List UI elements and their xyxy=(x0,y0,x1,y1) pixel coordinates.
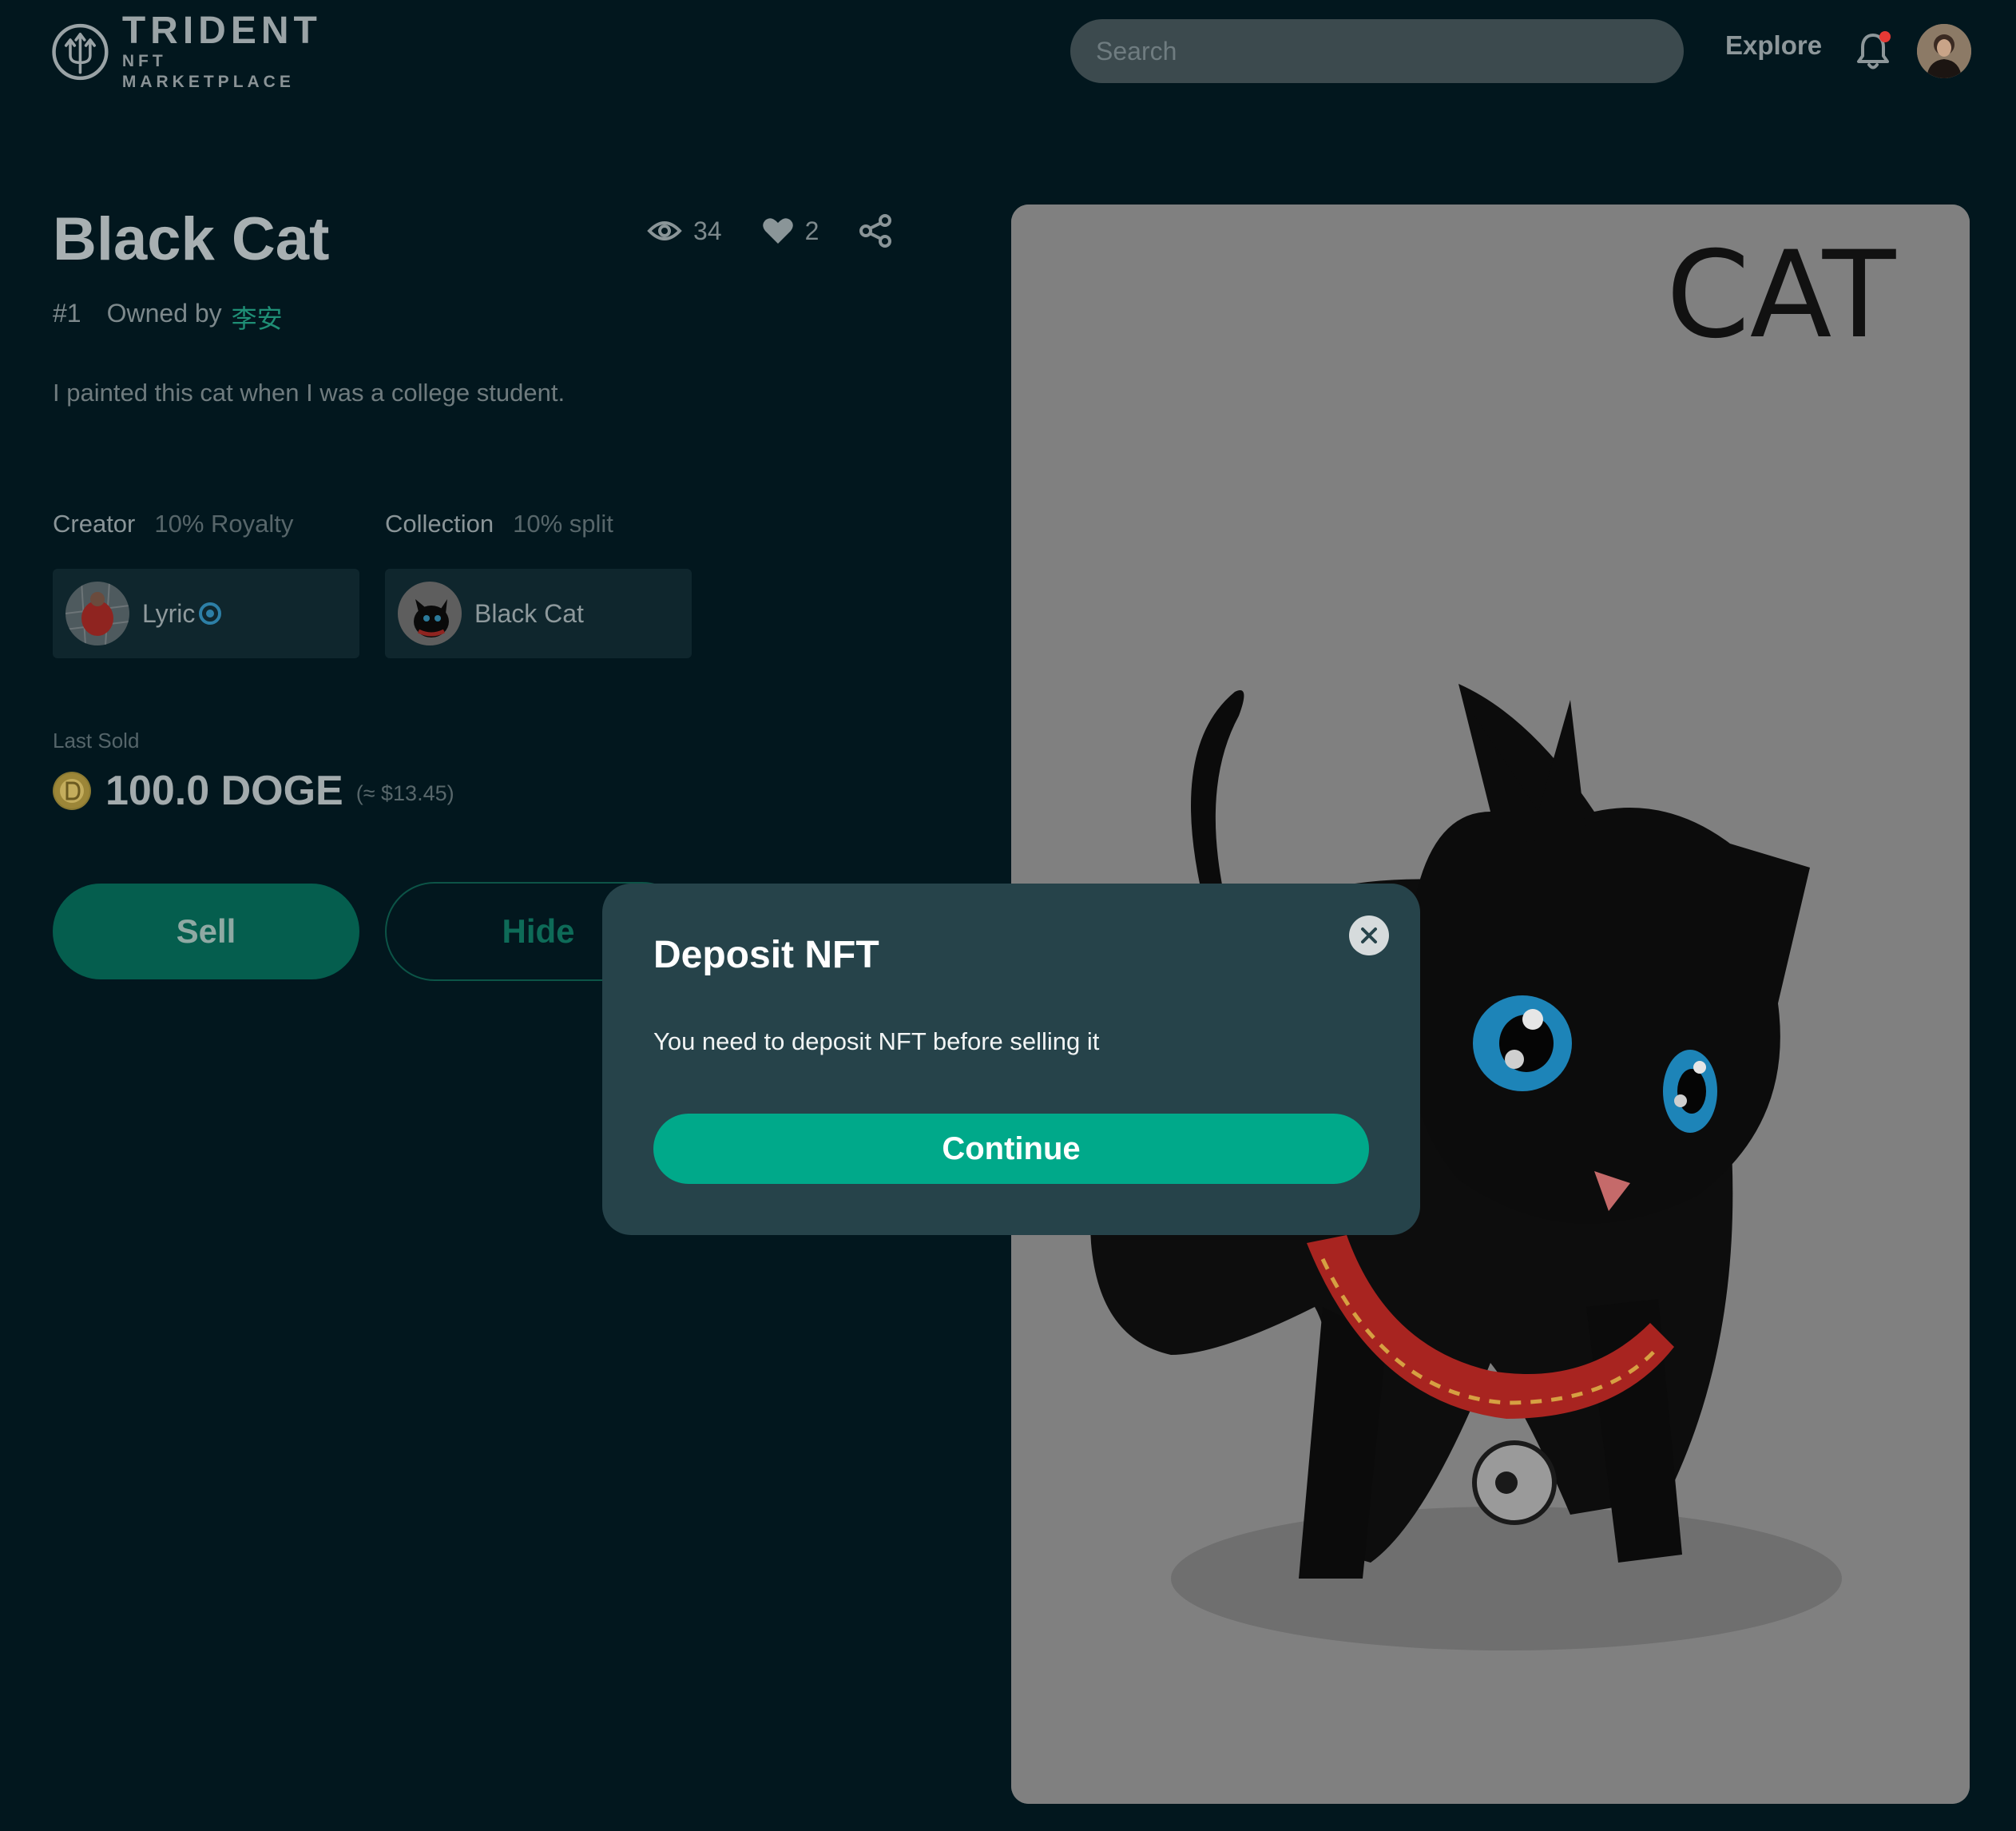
logo[interactable]: TRIDENT NFT MARKETPLACE xyxy=(51,11,323,91)
last-sold-price-row: 100.0 DOGE (≈ $13.45) xyxy=(53,767,454,815)
page: TRIDENT NFT MARKETPLACE Explore Black Ca… xyxy=(0,0,2016,1831)
creator-label: Creator xyxy=(53,510,136,538)
collection-card[interactable]: Black Cat xyxy=(385,569,692,658)
eye-icon xyxy=(647,221,682,240)
collection-name: Black Cat xyxy=(474,598,584,628)
creator-header: Creator 10% Royalty xyxy=(53,510,293,538)
owner-link[interactable]: 李安 xyxy=(232,299,283,336)
continue-button[interactable]: Continue xyxy=(653,1114,1369,1184)
nft-stats: 34 2 xyxy=(647,214,892,248)
modal-title: Deposit NFT xyxy=(653,934,879,976)
artwork-lettering: CAT xyxy=(1666,226,1897,365)
last-sold-label: Last Sold xyxy=(53,729,140,753)
deposit-nft-modal: Deposit NFT You need to deposit NFT befo… xyxy=(602,884,1420,1235)
trident-logo-icon xyxy=(52,23,109,81)
search-bar[interactable] xyxy=(1070,19,1684,83)
creator-card[interactable]: Lyric xyxy=(53,569,359,658)
token-id: #1 xyxy=(53,299,81,328)
close-icon xyxy=(1361,927,1377,943)
owner-info: Owned by 李安 xyxy=(107,299,283,336)
last-sold-usd: (≈ $13.45) xyxy=(355,780,454,805)
owned-by-label: Owned by xyxy=(106,299,222,328)
explore-link[interactable]: Explore xyxy=(1725,30,1822,61)
collection-avatar xyxy=(398,582,462,645)
modal-message: You need to deposit NFT before selling i… xyxy=(653,1027,1100,1055)
creator-name: Lyric xyxy=(142,598,196,628)
collection-split: 10% split xyxy=(513,510,613,538)
nft-meta: #1 Owned by 李安 xyxy=(53,299,283,336)
search-input[interactable] xyxy=(1070,19,1684,83)
notification-bell-icon[interactable] xyxy=(1855,30,1891,72)
logo-title: TRIDENT xyxy=(121,10,322,52)
likes-count: 2 xyxy=(804,216,819,245)
doge-coin-icon xyxy=(53,772,91,810)
notification-dot xyxy=(1879,31,1891,42)
logo-subtitle: NFT MARKETPLACE xyxy=(121,52,295,91)
heart-icon[interactable] xyxy=(762,216,794,245)
creator-royalty: 10% Royalty xyxy=(154,510,294,538)
nft-title: Black Cat xyxy=(53,205,330,273)
modal-close-button[interactable] xyxy=(1349,916,1389,955)
views-count: 34 xyxy=(693,216,722,245)
last-sold-price: 100.0 DOGE xyxy=(105,768,343,814)
logo-text: TRIDENT NFT MARKETPLACE xyxy=(122,11,323,93)
creator-name-wrap: Lyric xyxy=(142,599,222,629)
user-avatar[interactable] xyxy=(1917,24,1971,78)
sell-button[interactable]: Sell xyxy=(53,884,359,979)
nft-description: I painted this cat when I was a college … xyxy=(53,379,566,407)
verified-badge-icon xyxy=(199,602,222,625)
collection-header: Collection 10% split xyxy=(385,510,613,538)
share-icon[interactable] xyxy=(859,214,892,248)
creator-avatar xyxy=(65,582,129,645)
collection-label: Collection xyxy=(385,510,494,538)
